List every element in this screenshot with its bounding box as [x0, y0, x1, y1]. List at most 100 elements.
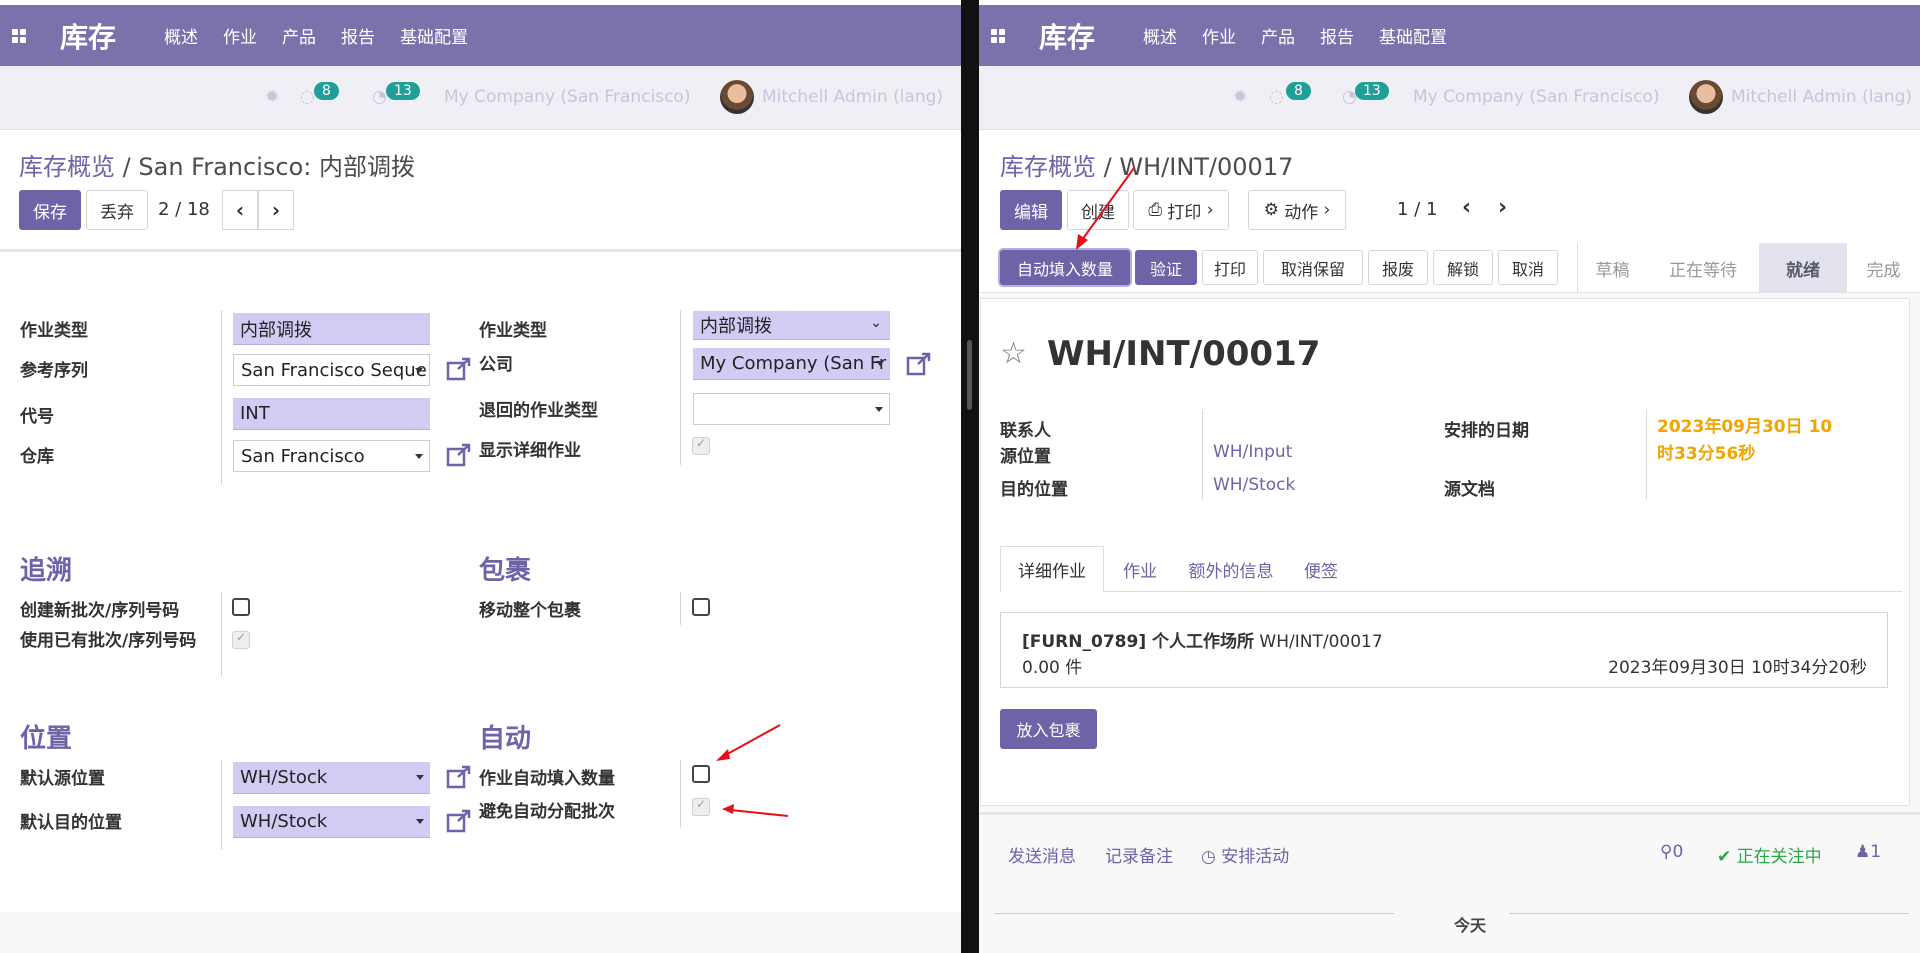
return-type-select[interactable] [693, 393, 890, 425]
bug-icon[interactable]: ✹ [265, 87, 279, 107]
company-switcher[interactable]: My Company (San Francisco) [444, 87, 690, 107]
external-link-icon[interactable] [446, 765, 472, 789]
warehouse-select[interactable]: San Francisco [233, 440, 430, 472]
company-select[interactable]: My Company (San Fr [693, 348, 890, 380]
edit-button[interactable]: 编辑 [1000, 190, 1062, 230]
label-sequence: 参考序列 [20, 361, 88, 381]
clock-icon[interactable]: ◔ [372, 87, 387, 107]
app-brand[interactable]: 库存 [60, 16, 116, 56]
label-scheduled: 安排的日期 [1444, 421, 1529, 441]
breadcrumb-sep: / [122, 153, 131, 181]
unreserve-button[interactable]: 取消保留 [1263, 250, 1363, 285]
app-brand[interactable]: 库存 [1039, 16, 1095, 56]
label-op-type: 作业类型 [20, 321, 88, 341]
menu-products[interactable]: 产品 [282, 23, 316, 48]
company-switcher[interactable]: My Company (San Francisco) [1413, 87, 1659, 107]
create-lots-checkbox[interactable] [232, 598, 250, 616]
op-type-input[interactable]: 内部调拨 [233, 313, 430, 345]
menu-reporting[interactable]: 报告 [341, 23, 375, 48]
menu-configuration[interactable]: 基础配置 [1379, 23, 1447, 48]
external-link-icon[interactable] [446, 809, 472, 833]
apps-menu-icon[interactable] [979, 28, 1017, 43]
show-detailed-checkbox[interactable] [692, 436, 710, 455]
sequence-select[interactable]: San Francisco Seque [233, 354, 430, 386]
user-menu[interactable]: Mitchell Admin (lang) [1731, 87, 1912, 107]
menu-overview[interactable]: 概述 [1143, 23, 1177, 48]
label-use-existing-lots: 使用已有批次/序列号码 [20, 631, 197, 651]
validate-button[interactable]: 验证 [1135, 250, 1197, 285]
user-avatar[interactable] [720, 80, 754, 114]
message-badge[interactable]: 13 [386, 82, 420, 100]
default-src-select[interactable]: WH/Stock [233, 762, 430, 794]
label-partner: 联系人 [1000, 421, 1051, 441]
status-ready[interactable]: 就绪 [1759, 243, 1847, 293]
put-in-pack-button[interactable]: 放入包裹 [1000, 709, 1097, 749]
print-button[interactable]: 打印 [1202, 250, 1258, 285]
star-icon[interactable]: ☆ [1000, 336, 1027, 371]
chat-icon[interactable]: ◌ [1269, 87, 1284, 107]
external-link-icon[interactable] [906, 352, 932, 376]
menu-configuration[interactable]: 基础配置 [400, 23, 468, 48]
move-line-card[interactable]: [FURN_0789] 个人工作场所 WH/INT/00017 0.00 件 2… [1000, 612, 1888, 688]
dest-location-link[interactable]: WH/Stock [1213, 475, 1295, 495]
left-window: 库存 概述 作业 产品 报告 基础配置 ✹ ◌ 8 ◔ 13 My Compan… [0, 0, 961, 953]
split-divider[interactable] [961, 0, 979, 953]
cancel-button[interactable]: 取消 [1498, 250, 1558, 285]
section-locations: 位置 [20, 724, 73, 754]
pager-next-icon[interactable]: › [258, 190, 294, 230]
status-draft[interactable]: 草稿 [1577, 243, 1647, 293]
action-dropdown[interactable]: ⚙ 动作 › [1248, 190, 1346, 230]
status-waiting[interactable]: 正在等待 [1647, 243, 1759, 293]
user-avatar[interactable] [1689, 80, 1723, 114]
apps-menu-icon[interactable] [0, 28, 38, 43]
chevron-right-icon: › [1318, 200, 1331, 220]
unlock-button[interactable]: 解锁 [1433, 250, 1493, 285]
follow-button[interactable]: ✔ 正在关注中 [1717, 842, 1822, 867]
split-handle[interactable] [967, 340, 972, 410]
scrap-button[interactable]: 报废 [1368, 250, 1428, 285]
menu-overview[interactable]: 概述 [164, 23, 198, 48]
op-type-select[interactable]: 内部调拨 ⌄ [693, 311, 890, 340]
label-return-type: 退回的作业类型 [479, 401, 598, 421]
move-entire-packs-checkbox[interactable] [692, 598, 710, 616]
menu-reporting[interactable]: 报告 [1320, 23, 1354, 48]
message-badge[interactable]: 13 [1355, 82, 1389, 100]
src-location-link[interactable]: WH/Input [1213, 442, 1292, 462]
save-button[interactable]: 保存 [19, 190, 81, 230]
menu-operations[interactable]: 作业 [223, 23, 257, 48]
chat-icon[interactable]: ◌ [300, 87, 315, 107]
move-line-title: [FURN_0789] 个人工作场所 WH/INT/00017 [1022, 627, 1383, 652]
tab-notes[interactable]: 便签 [1286, 546, 1356, 592]
tab-additional-info[interactable]: 额外的信息 [1176, 546, 1286, 592]
menu-products[interactable]: 产品 [1261, 23, 1295, 48]
schedule-activity-button[interactable]: ◷ 安排活动 [1201, 842, 1289, 867]
pager-value[interactable]: 1 / 1 [1397, 199, 1437, 220]
log-note-button[interactable]: 记录备注 [1105, 842, 1173, 867]
external-link-icon[interactable] [446, 443, 472, 467]
following-label: 正在关注中 [1736, 847, 1822, 867]
external-link-icon[interactable] [446, 357, 472, 381]
code-input[interactable]: INT [233, 398, 430, 430]
pager-prev-icon[interactable]: ‹ [222, 190, 258, 230]
scheduled-date-value[interactable]: 2023年09月30日 10时33分56秒 [1657, 414, 1837, 468]
print-dropdown[interactable]: ⎙ 打印 › [1133, 190, 1229, 230]
send-message-button[interactable]: 发送消息 [1008, 842, 1076, 867]
attachments-button[interactable]: ⚲0 [1660, 842, 1683, 862]
pager-prev-icon[interactable]: ‹ [1462, 195, 1471, 220]
followers-button[interactable]: ♟1 [1855, 842, 1881, 862]
pager-value[interactable]: 2 / 18 [158, 199, 210, 220]
divider [1646, 410, 1647, 500]
activity-badge[interactable]: 8 [314, 82, 339, 100]
breadcrumb-parent[interactable]: 库存概览 [19, 153, 115, 181]
tab-detailed-operations[interactable]: 详细作业 [1000, 546, 1104, 592]
use-existing-lots-checkbox[interactable] [232, 630, 250, 649]
discard-button[interactable]: 丢弃 [86, 190, 148, 230]
activity-badge[interactable]: 8 [1286, 82, 1311, 100]
menu-operations[interactable]: 作业 [1202, 23, 1236, 48]
status-done[interactable]: 完成 [1847, 243, 1920, 293]
user-menu[interactable]: Mitchell Admin (lang) [762, 87, 943, 107]
pager-next-icon[interactable]: › [1498, 195, 1507, 220]
default-dest-select[interactable]: WH/Stock [233, 806, 430, 838]
bug-icon[interactable]: ✹ [1233, 87, 1247, 107]
tab-operations[interactable]: 作业 [1104, 546, 1176, 592]
